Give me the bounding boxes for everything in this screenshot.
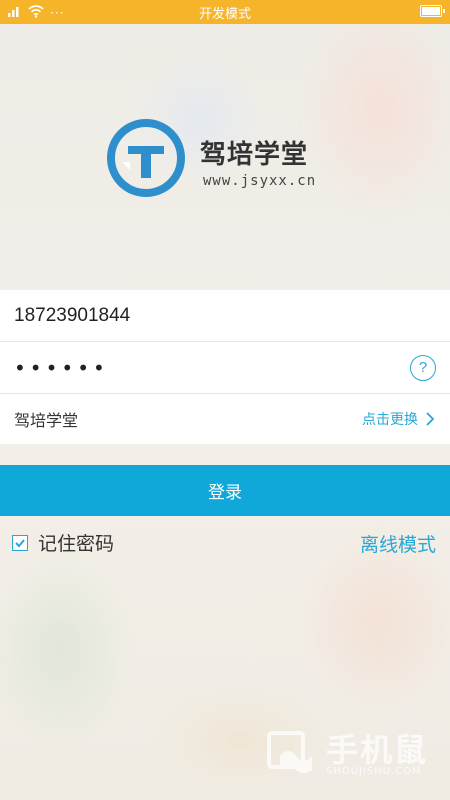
watermark-logo-icon bbox=[266, 731, 312, 773]
wifi-icon bbox=[28, 4, 44, 22]
password-input[interactable]: •••••• bbox=[14, 356, 410, 380]
status-bar: ··· 开发模式 bbox=[0, 0, 450, 24]
status-bar-title: 开发模式 bbox=[198, 6, 251, 22]
app-logo-icon bbox=[106, 118, 186, 198]
status-bar-right bbox=[420, 5, 445, 17]
login-button[interactable]: 登录 bbox=[0, 465, 450, 516]
chevron-right-icon bbox=[426, 412, 435, 426]
battery-icon bbox=[420, 5, 445, 17]
status-dots: ··· bbox=[50, 6, 65, 20]
watermark-subtext: SHOUJISHU.COM bbox=[325, 765, 422, 777]
check-icon bbox=[15, 538, 25, 547]
phone-row bbox=[0, 290, 450, 342]
brand-url: www.jsyxx.cn bbox=[203, 173, 317, 189]
school-row[interactable]: 驾培学堂 点击更换 bbox=[0, 394, 450, 444]
watermark-text: 手机鼠 bbox=[325, 730, 428, 769]
watermark-text-group: 手机鼠 SHOUJISHU.COM bbox=[326, 734, 428, 777]
remember-password-label: 记住密码 bbox=[38, 533, 115, 555]
offline-mode-link[interactable]: 离线模式 bbox=[360, 530, 436, 557]
password-row: •••••• ? bbox=[0, 342, 450, 394]
login-form: •••••• ? 驾培学堂 点击更换 bbox=[0, 290, 450, 444]
phone-input[interactable] bbox=[14, 290, 436, 341]
signal-icon bbox=[8, 4, 22, 22]
change-school-link[interactable]: 点击更换 bbox=[362, 409, 436, 429]
change-school-label: 点击更换 bbox=[362, 412, 418, 428]
remember-checkbox[interactable] bbox=[12, 534, 28, 551]
remember-password-option[interactable]: 记住密码 bbox=[12, 529, 114, 556]
watermark: 手机鼠 SHOUJISHU.COM bbox=[266, 730, 428, 780]
school-name: 驾培学堂 bbox=[14, 411, 79, 430]
help-icon[interactable]: ? bbox=[410, 354, 436, 381]
brand-name: 驾培学堂 bbox=[200, 140, 309, 170]
status-bar-left: ··· bbox=[8, 4, 64, 22]
